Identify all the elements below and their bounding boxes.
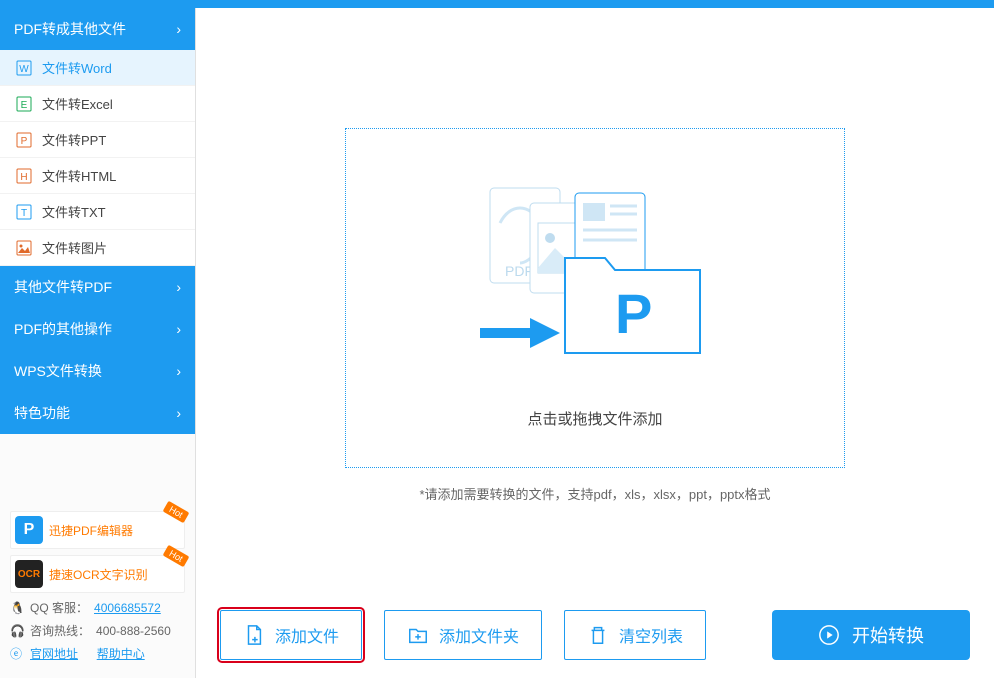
help-link[interactable]: 帮助中心 bbox=[97, 645, 145, 662]
qq-support-line: 🐧 QQ 客服： 4006685572 bbox=[10, 599, 185, 616]
phone-icon: 🎧 bbox=[10, 624, 24, 638]
sidebar-footer: P 迅捷PDF编辑器 Hot OCR 捷速OCR文字识别 Hot 🐧 QQ 客服… bbox=[0, 501, 195, 678]
main-area: PDF P 点击或拖拽文件添加 *请添加需要转换的文件 bbox=[196, 8, 994, 678]
button-label: 添加文件夹 bbox=[439, 623, 519, 647]
ocr-app-icon: OCR bbox=[15, 560, 43, 588]
hot-badge: Hot bbox=[163, 501, 190, 523]
dropzone[interactable]: PDF P 点击或拖拽文件添加 bbox=[345, 128, 845, 468]
pdf-app-icon: P bbox=[15, 516, 43, 544]
ppt-icon: P bbox=[16, 132, 32, 148]
svg-text:T: T bbox=[21, 208, 27, 219]
category-label: PDF的其他操作 bbox=[14, 319, 112, 339]
category-wps-convert[interactable]: WPS文件转换 › bbox=[0, 350, 195, 392]
category-label: 特色功能 bbox=[14, 403, 70, 423]
button-label: 添加文件 bbox=[275, 623, 339, 647]
sidebar-item-label: 文件转Word bbox=[42, 58, 112, 77]
qq-link[interactable]: 4006685572 bbox=[94, 601, 161, 615]
html-icon: H bbox=[16, 168, 32, 184]
sidebar: PDF转成其他文件 › W 文件转Word E 文件转Excel P 文件转PP… bbox=[0, 8, 196, 678]
word-icon: W bbox=[16, 60, 32, 76]
category-label: PDF转成其他文件 bbox=[14, 19, 126, 39]
dropzone-text: 点击或拖拽文件添加 bbox=[527, 408, 662, 429]
svg-text:PDF: PDF bbox=[505, 263, 533, 279]
category-label: 其他文件转PDF bbox=[14, 277, 112, 297]
play-icon bbox=[818, 624, 840, 646]
start-convert-button[interactable]: 开始转换 bbox=[772, 610, 970, 660]
pdf-to-sublist: W 文件转Word E 文件转Excel P 文件转PPT H 文件转HTML … bbox=[0, 50, 195, 266]
button-label: 清空列表 bbox=[619, 623, 683, 647]
hot-badge: Hot bbox=[163, 545, 190, 567]
file-add-icon bbox=[243, 624, 265, 646]
dropzone-hint: *请添加需要转换的文件，支持pdf，xls，xlsx，ppt，pptx格式 bbox=[220, 484, 970, 503]
sidebar-item-html[interactable]: H 文件转HTML bbox=[0, 158, 195, 194]
chevron-right-icon: › bbox=[176, 363, 181, 379]
svg-text:H: H bbox=[20, 172, 27, 183]
chevron-right-icon: › bbox=[176, 405, 181, 421]
svg-text:P: P bbox=[615, 282, 652, 345]
hotline-line: 🎧 咨询热线： 400-888-2560 bbox=[10, 622, 185, 639]
txt-icon: T bbox=[16, 204, 32, 220]
promo-text: 迅捷PDF编辑器 bbox=[49, 522, 133, 539]
svg-text:E: E bbox=[21, 100, 28, 111]
sidebar-item-label: 文件转图片 bbox=[42, 238, 107, 257]
button-label: 开始转换 bbox=[852, 622, 924, 648]
sidebar-item-label: 文件转Excel bbox=[42, 94, 113, 113]
svg-text:W: W bbox=[19, 64, 29, 75]
chevron-right-icon: › bbox=[176, 321, 181, 337]
svg-text:P: P bbox=[21, 136, 28, 147]
links-line: ⓔ 官网地址 帮助中心 bbox=[10, 645, 185, 662]
add-folder-button[interactable]: 添加文件夹 bbox=[384, 610, 542, 660]
sidebar-item-image[interactable]: 文件转图片 bbox=[0, 230, 195, 266]
sidebar-item-label: 文件转HTML bbox=[42, 166, 116, 185]
sidebar-item-ppt[interactable]: P 文件转PPT bbox=[0, 122, 195, 158]
ie-icon: ⓔ bbox=[10, 645, 24, 662]
sidebar-item-excel[interactable]: E 文件转Excel bbox=[0, 86, 195, 122]
category-label: WPS文件转换 bbox=[14, 361, 102, 381]
clear-list-button[interactable]: 清空列表 bbox=[564, 610, 706, 660]
folder-add-icon bbox=[407, 624, 429, 646]
site-link[interactable]: 官网地址 bbox=[30, 645, 78, 662]
hotline-label: 咨询热线： bbox=[30, 622, 90, 639]
sidebar-item-label: 文件转PPT bbox=[42, 130, 106, 149]
category-other-to-pdf[interactable]: 其他文件转PDF › bbox=[0, 266, 195, 308]
image-icon bbox=[16, 240, 32, 256]
chevron-right-icon: › bbox=[176, 21, 181, 37]
sidebar-item-word[interactable]: W 文件转Word bbox=[0, 50, 195, 86]
qq-label: QQ 客服： bbox=[30, 599, 88, 616]
category-pdf-to-other[interactable]: PDF转成其他文件 › bbox=[0, 8, 195, 50]
promo-ocr[interactable]: OCR 捷速OCR文字识别 Hot bbox=[10, 555, 185, 593]
trash-icon bbox=[587, 624, 609, 646]
action-bar: 添加文件 添加文件夹 清空列表 开始转换 bbox=[220, 610, 970, 660]
add-file-button[interactable]: 添加文件 bbox=[220, 610, 362, 660]
dropzone-illustration: PDF P bbox=[475, 168, 715, 388]
sidebar-item-txt[interactable]: T 文件转TXT bbox=[0, 194, 195, 230]
hotline-value: 400-888-2560 bbox=[96, 624, 171, 638]
promo-pdf-editor[interactable]: P 迅捷PDF编辑器 Hot bbox=[10, 511, 185, 549]
promo-text: 捷速OCR文字识别 bbox=[49, 566, 148, 583]
sidebar-item-label: 文件转TXT bbox=[42, 202, 106, 221]
chevron-right-icon: › bbox=[176, 279, 181, 295]
category-pdf-other-ops[interactable]: PDF的其他操作 › bbox=[0, 308, 195, 350]
excel-icon: E bbox=[16, 96, 32, 112]
qq-icon: 🐧 bbox=[10, 601, 24, 615]
category-special[interactable]: 特色功能 › bbox=[0, 392, 195, 434]
